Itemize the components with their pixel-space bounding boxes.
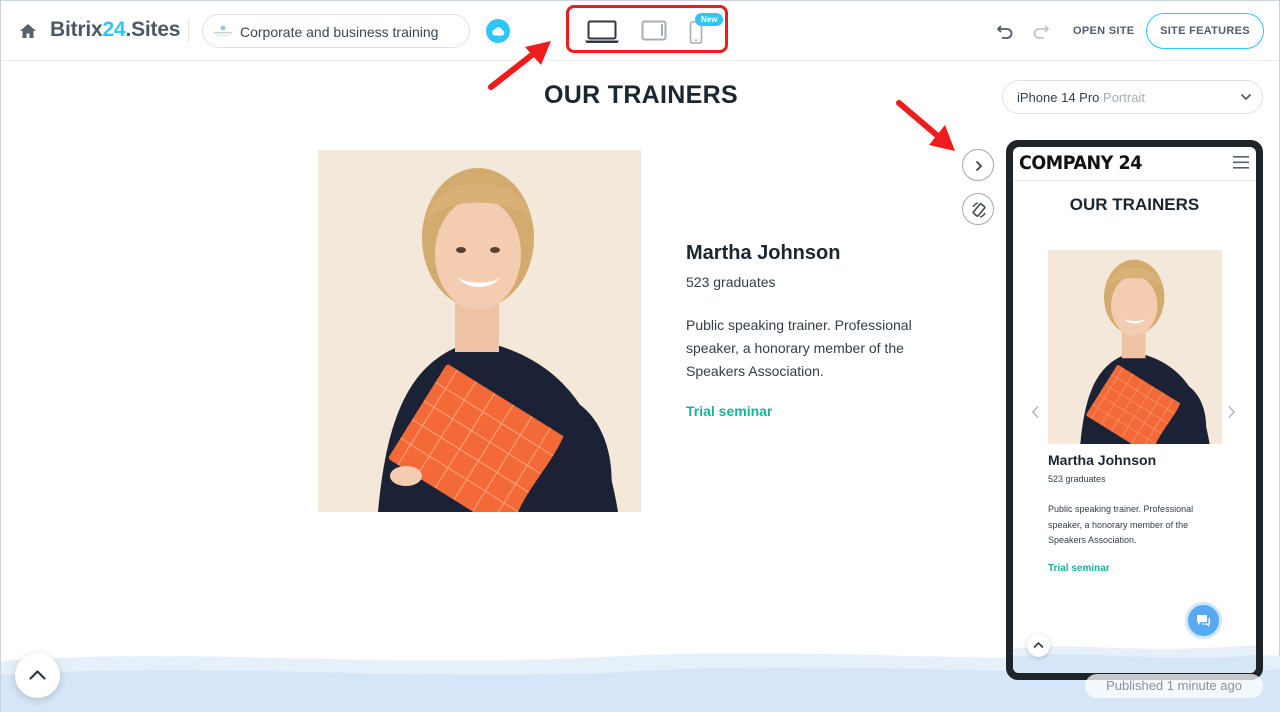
mobile-trainer-description: Public speaking trainer. Professional sp… — [1048, 504, 1194, 545]
device-model-label: iPhone 14 Pro Portrait — [1017, 90, 1145, 105]
app-logo[interactable]: Bitrix24.Sites — [50, 18, 180, 42]
trainer-name: Martha Johnson — [686, 242, 841, 264]
home-icon[interactable] — [19, 23, 37, 39]
scroll-to-top-button[interactable] — [15, 653, 60, 698]
cloud-save-button[interactable] — [486, 19, 510, 43]
mobile-scroll-to-top-button[interactable] — [1027, 634, 1050, 657]
chevron-right-icon[interactable] — [1227, 405, 1236, 419]
trainer-graduates: 523 graduates — [686, 274, 776, 290]
arrow-up-icon — [1033, 641, 1044, 649]
device-switcher: New — [566, 5, 728, 53]
mobile-section-title: OUR TRAINERS — [1069, 195, 1200, 214]
divider — [1013, 180, 1256, 181]
rotate-icon — [972, 202, 986, 218]
mobile-trainer-graduates: 523 graduates — [1048, 474, 1106, 484]
phone-screen: COMPANY 24 OUR TRAINERS Martha Johnson 5… — [1013, 147, 1256, 673]
mobile-brand: COMPANY 24 — [1019, 152, 1142, 174]
undo-icon[interactable] — [996, 22, 1014, 40]
chevron-down-icon — [1240, 93, 1252, 101]
arrow-up-icon — [29, 670, 46, 680]
device-model-select[interactable]: iPhone 14 Pro Portrait — [1002, 80, 1263, 114]
cloud-icon — [492, 27, 505, 36]
logo-text: Bitrix — [50, 18, 103, 41]
tablet-icon[interactable] — [641, 20, 667, 42]
phone-preview-frame: COMPANY 24 OUR TRAINERS Martha Johnson 5… — [1006, 140, 1263, 680]
divider — [188, 19, 189, 43]
new-badge: New — [695, 13, 724, 26]
open-site-button[interactable]: OPEN SITE — [1073, 25, 1134, 37]
logo-number: 24 — [102, 18, 126, 41]
desktop-icon[interactable] — [584, 20, 620, 44]
logo-suffix: .Sites — [125, 18, 181, 41]
top-toolbar: Bitrix24.Sites Corporate and business tr… — [1, 1, 1279, 61]
site-features-button[interactable]: SITE FEATURES — [1146, 13, 1264, 49]
chat-icon — [1197, 615, 1210, 627]
mobile-trainer-name: Martha Johnson — [1048, 452, 1157, 468]
site-name: Corporate and business training — [240, 24, 439, 40]
mobile-trainer-photo — [1048, 250, 1222, 444]
site-thumbnail-icon — [214, 25, 232, 36]
menu-icon[interactable] — [1233, 156, 1249, 169]
site-selector[interactable]: Corporate and business training — [202, 14, 470, 48]
trial-seminar-link[interactable]: Trial seminar — [686, 403, 772, 419]
chevron-left-icon[interactable] — [1031, 405, 1040, 419]
rotate-device-button[interactable] — [962, 193, 994, 225]
chat-button[interactable] — [1185, 602, 1222, 639]
redo-icon[interactable] — [1032, 22, 1050, 40]
trainer-description: Public speaking trainer. Professional sp… — [686, 317, 912, 379]
mobile-trial-seminar-link[interactable]: Trial seminar — [1048, 563, 1110, 574]
trainer-photo — [318, 150, 641, 512]
published-status: Published 1 minute ago — [1085, 674, 1263, 698]
chevron-right-icon — [975, 160, 983, 172]
next-device-button[interactable] — [962, 149, 994, 181]
